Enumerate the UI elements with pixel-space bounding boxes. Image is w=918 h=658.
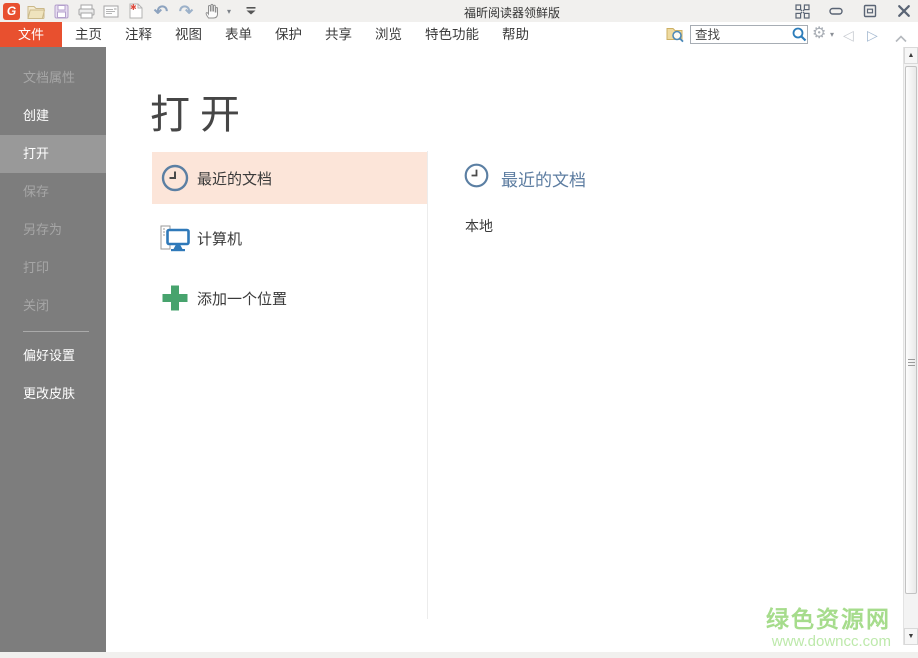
tab-help[interactable]: 帮助	[502, 22, 529, 47]
clock-icon	[463, 162, 490, 194]
undo-icon[interactable]: ↶	[152, 2, 170, 20]
tab-comment[interactable]: 注释	[125, 22, 152, 47]
watermark-site-url: www.downcc.com	[766, 634, 891, 650]
ribbon-tabbar: 文件 主页 注释 视图 表单 保护 共享 浏览 特色功能 帮助 ⚙ ▾ ◁ ▷	[0, 22, 918, 48]
recent-documents-panel: 最近的文档 本地	[463, 162, 586, 236]
plus-icon	[159, 282, 191, 314]
gear-dropdown-icon[interactable]: ▾	[830, 30, 834, 39]
nav-back-icon[interactable]: ◁	[843, 25, 854, 45]
fullscreen-icon[interactable]	[794, 3, 810, 19]
vertical-scrollbar[interactable]: ▲ ▼	[903, 47, 918, 645]
tab-view[interactable]: 视图	[175, 22, 202, 47]
sidebar-divider	[23, 331, 89, 332]
vertical-divider	[427, 151, 428, 619]
computer-icon	[159, 222, 191, 254]
sidebar-item-save-as: 另存为	[0, 211, 106, 249]
gear-icon[interactable]: ⚙	[812, 24, 826, 44]
sidebar-item-open[interactable]: 打开	[0, 135, 106, 173]
window-bottom-border	[0, 652, 918, 658]
customize-toolbar-icon[interactable]	[242, 2, 260, 20]
watermark-site-name: 绿色资源网	[766, 607, 891, 631]
save-icon[interactable]	[52, 2, 70, 20]
new-document-icon[interactable]: ✱	[127, 2, 145, 20]
recent-location-local[interactable]: 本地	[465, 216, 586, 236]
search-icon[interactable]	[792, 27, 807, 47]
quick-access-toolbar: G ✱ ↶ ↷ ▾	[3, 0, 260, 22]
option-label: 最近的文档	[197, 168, 272, 189]
sidebar-item-document-properties: 文档属性	[0, 59, 106, 97]
titlebar: G ✱ ↶ ↷ ▾ 福昕阅读器领鲜版	[0, 0, 918, 22]
window-title: 福昕阅读器领鲜版	[464, 4, 560, 21]
email-icon[interactable]	[102, 2, 120, 20]
scrollbar-thumb[interactable]	[905, 66, 917, 594]
print-icon[interactable]	[77, 2, 95, 20]
sidebar-item-preferences[interactable]: 偏好设置	[0, 337, 106, 375]
maximize-icon[interactable]	[862, 3, 878, 19]
page-title: 打开	[150, 82, 250, 140]
option-label: 添加一个位置	[197, 288, 287, 309]
folder-search-icon[interactable]	[666, 26, 685, 48]
hand-tool-dropdown-icon[interactable]: ▾	[227, 7, 235, 16]
tab-form[interactable]: 表单	[225, 22, 252, 47]
svg-text:✱: ✱	[130, 3, 137, 12]
tab-features[interactable]: 特色功能	[425, 22, 479, 47]
scrollbar-grip	[908, 359, 915, 367]
sidebar-item-create[interactable]: 创建	[0, 97, 106, 135]
open-page: 打开 最近的文档 计算机 添加一个位置 最近的文档	[106, 47, 903, 652]
scroll-down-icon[interactable]: ▼	[904, 628, 918, 645]
watermark: 绿色资源网 www.downcc.com	[766, 607, 891, 650]
tab-protect[interactable]: 保护	[275, 22, 302, 47]
option-label: 计算机	[197, 228, 242, 249]
sidebar-item-change-skin[interactable]: 更改皮肤	[0, 375, 106, 413]
sidebar-item-print: 打印	[0, 249, 106, 287]
ribbon-tabs: 主页 注释 视图 表单 保护 共享 浏览 特色功能 帮助	[75, 22, 529, 47]
clock-icon	[159, 162, 191, 194]
open-options-list: 最近的文档 计算机 添加一个位置	[152, 152, 428, 332]
panel-header-label: 最近的文档	[501, 166, 586, 191]
panel-header: 最近的文档	[463, 162, 586, 194]
tab-share[interactable]: 共享	[325, 22, 352, 47]
minimize-icon[interactable]	[828, 3, 844, 19]
option-add-a-place[interactable]: 添加一个位置	[152, 272, 428, 324]
option-computer[interactable]: 计算机	[152, 212, 428, 264]
open-folder-icon[interactable]	[27, 2, 45, 20]
foxit-logo-icon[interactable]: G	[3, 3, 20, 20]
redo-icon[interactable]: ↷	[177, 2, 195, 20]
nav-forward-icon[interactable]: ▷	[867, 25, 878, 45]
tab-browse[interactable]: 浏览	[375, 22, 402, 47]
window-controls	[794, 3, 912, 19]
close-icon[interactable]	[896, 3, 912, 19]
file-menu-sidebar: 文档属性 创建 打开 保存 另存为 打印 关闭 偏好设置 更改皮肤	[0, 47, 106, 652]
hand-tool-icon[interactable]	[202, 2, 220, 20]
scroll-up-icon[interactable]: ▲	[904, 47, 918, 64]
tab-home[interactable]: 主页	[75, 22, 102, 47]
option-recent-documents[interactable]: 最近的文档	[152, 152, 428, 204]
sidebar-item-save: 保存	[0, 173, 106, 211]
tab-file[interactable]: 文件	[0, 22, 62, 47]
collapse-ribbon-icon[interactable]	[895, 30, 907, 48]
search-input[interactable]	[690, 25, 808, 44]
sidebar-item-close: 关闭	[0, 287, 106, 325]
